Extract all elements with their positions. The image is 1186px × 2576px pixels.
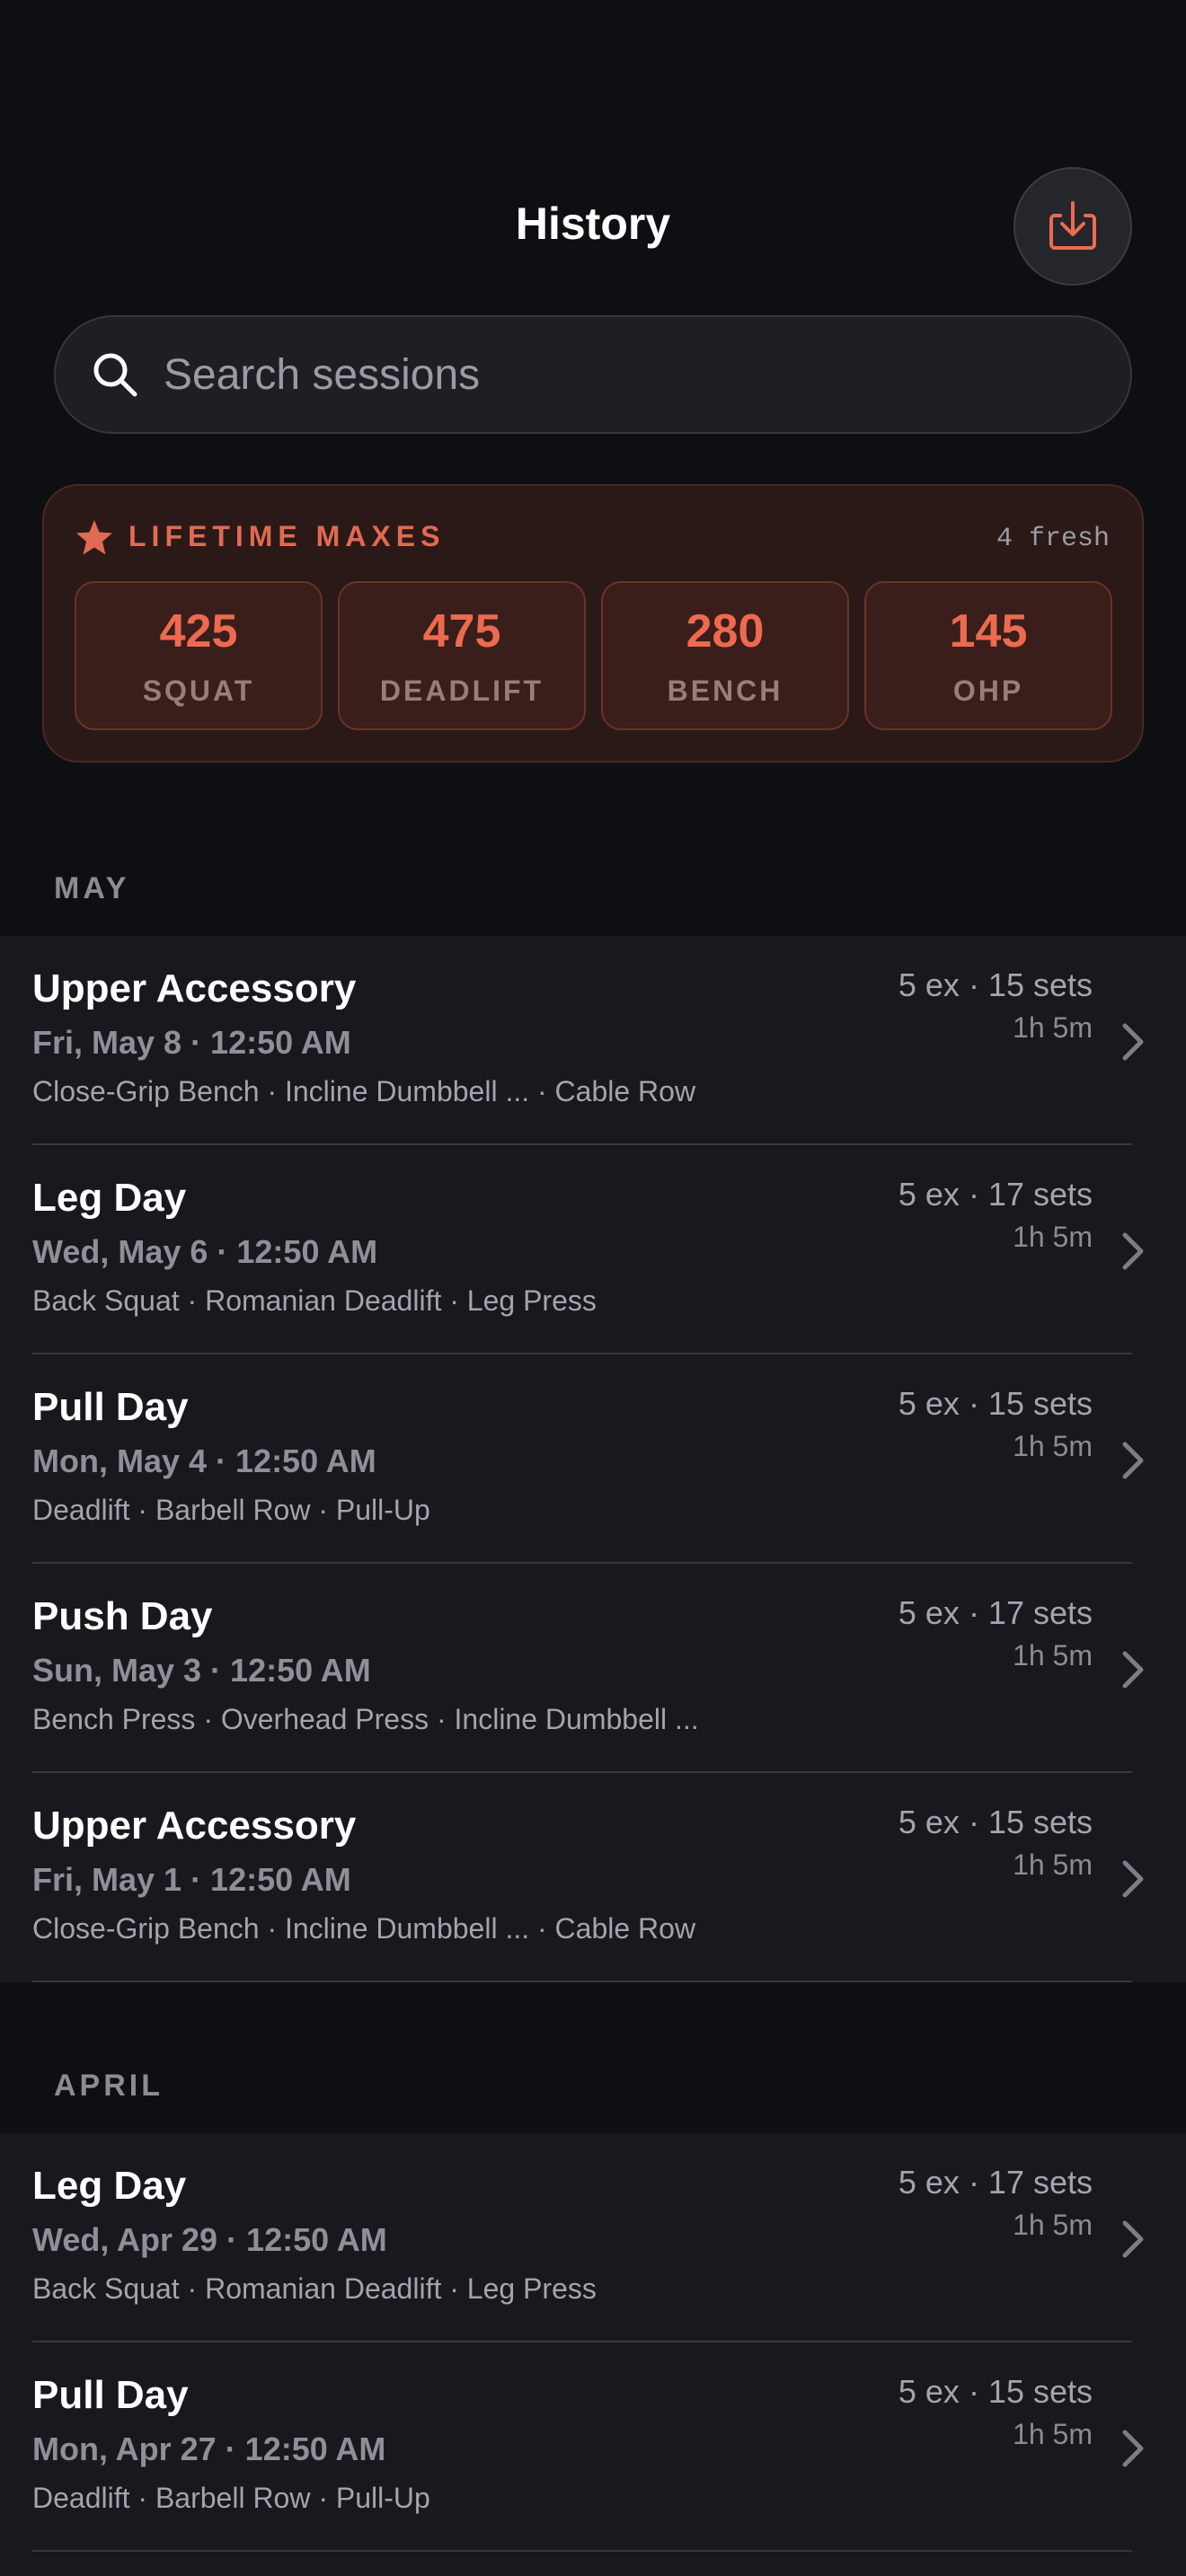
max-value: 280 <box>686 605 765 657</box>
chevron-right-icon <box>1122 1442 1144 1479</box>
chevron-right-icon <box>1122 1023 1144 1061</box>
session-date: Fri, May 8 · 12:50 AM <box>32 1024 351 1061</box>
session-row[interactable]: Pull Day Mon, May 4 · 12:50 AM Deadlift … <box>0 1354 1186 1564</box>
max-label: DEADLIFT <box>379 675 544 707</box>
session-date: Fri, May 1 · 12:50 AM <box>32 1861 351 1898</box>
chevron-right-icon <box>1122 2220 1144 2258</box>
download-tray-icon <box>1049 201 1096 250</box>
chevron-right-icon <box>1122 1651 1144 1689</box>
session-duration: 1h 5m <box>1013 1011 1093 1044</box>
session-row[interactable]: Leg Day Wed, Apr 29 · 12:50 AM Back Squa… <box>0 2133 1186 2342</box>
session-duration: 1h 5m <box>1013 1221 1093 1253</box>
session-date: Mon, Apr 27 · 12:50 AM <box>32 2430 386 2467</box>
session-title: Pull Day <box>32 1385 189 1429</box>
session-stats: 5 ex · 15 sets <box>898 1385 1093 1422</box>
session-list-april: Leg Day Wed, Apr 29 · 12:50 AM Back Squa… <box>0 2133 1186 2576</box>
max-value: 425 <box>159 605 238 657</box>
session-duration: 1h 5m <box>1013 1848 1093 1881</box>
session-title: Upper Accessory <box>32 1804 357 1848</box>
session-list-may: Upper Accessory Fri, May 8 · 12:50 AM Cl… <box>0 936 1186 1982</box>
chevron-right-icon <box>1122 1860 1144 1898</box>
session-exercises: Deadlift · Barbell Row · Pull-Up <box>32 2482 430 2514</box>
section-header-may: MAY <box>54 871 130 905</box>
session-stats: 5 ex · 17 sets <box>898 1176 1093 1213</box>
search-icon <box>93 353 137 397</box>
session-duration: 1h 5m <box>1013 1430 1093 1462</box>
session-stats: 5 ex · 17 sets <box>898 2164 1093 2201</box>
fresh-count: 4 fresh <box>996 524 1110 554</box>
chevron-right-icon <box>1122 2430 1144 2467</box>
session-date: Wed, May 6 · 12:50 AM <box>32 1233 378 1270</box>
session-exercises: Deadlift · Barbell Row · Pull-Up <box>32 1494 430 1526</box>
max-label: SQUAT <box>142 675 255 707</box>
session-exercises: Close-Grip Bench · Incline Dumbbell ... … <box>32 1075 696 1107</box>
session-stats: 5 ex · 15 sets <box>898 2373 1093 2410</box>
session-row[interactable]: Pull Day Mon, Apr 27 · 12:50 AM Deadlift… <box>0 2342 1186 2552</box>
session-stats: 5 ex · 17 sets <box>898 1594 1093 1631</box>
session-title: Pull Day <box>32 2373 189 2417</box>
session-exercises: Bench Press · Overhead Press · Incline D… <box>32 1703 699 1735</box>
session-duration: 1h 5m <box>1013 1639 1093 1672</box>
max-tile-ohp[interactable]: 145 OHP <box>864 581 1112 730</box>
divider <box>32 1981 1132 1982</box>
session-title: Leg Day <box>32 2164 187 2208</box>
max-label: OHP <box>952 675 1024 707</box>
search-bar[interactable] <box>54 315 1132 434</box>
divider <box>32 2550 1132 2552</box>
session-title: Upper Accessory <box>32 966 357 1010</box>
session-row[interactable]: Upper Accessory Fri, May 8 · 12:50 AM Cl… <box>0 936 1186 1145</box>
session-title: Leg Day <box>32 1176 187 1220</box>
section-header-april: APRIL <box>54 2069 164 2103</box>
star-icon <box>76 520 112 555</box>
lifetime-maxes-card: LIFETIME MAXES 4 fresh 425 SQUAT 475 DEA… <box>42 484 1144 763</box>
max-tile-squat[interactable]: 425 SQUAT <box>75 581 323 730</box>
page-title: History <box>515 198 671 249</box>
session-exercises: Back Squat · Romanian Deadlift · Leg Pre… <box>32 2272 597 2305</box>
session-stats: 5 ex · 15 sets <box>898 1804 1093 1840</box>
export-button[interactable] <box>1013 167 1132 286</box>
session-row[interactable]: Push Day Sun, May 3 · 12:50 AM Bench Pre… <box>0 1564 1186 1773</box>
history-screen: History LIFETIME MAXES 4 fresh 425 SQUAT… <box>0 0 1186 2576</box>
session-exercises: Back Squat · Romanian Deadlift · Leg Pre… <box>32 1284 597 1317</box>
session-date: Wed, Apr 29 · 12:50 AM <box>32 2221 387 2258</box>
max-label: BENCH <box>667 675 783 707</box>
max-tile-bench[interactable]: 280 BENCH <box>601 581 849 730</box>
lifetime-maxes-title: LIFETIME MAXES <box>128 520 446 552</box>
chevron-right-icon <box>1122 1232 1144 1270</box>
session-row[interactable]: Upper Accessory Fri, May 1 · 12:50 AM Cl… <box>0 1773 1186 1982</box>
session-title: Push Day <box>32 1594 213 1638</box>
session-date: Sun, May 3 · 12:50 AM <box>32 1652 371 1689</box>
session-exercises: Close-Grip Bench · Incline Dumbbell ... … <box>32 1912 696 1945</box>
search-input[interactable] <box>162 317 1096 432</box>
session-duration: 1h 5m <box>1013 2418 1093 2450</box>
session-date: Mon, May 4 · 12:50 AM <box>32 1442 376 1479</box>
max-value: 145 <box>949 605 1028 657</box>
session-row[interactable]: Leg Day Wed, May 6 · 12:50 AM Back Squat… <box>0 1145 1186 1354</box>
max-tile-deadlift[interactable]: 475 DEADLIFT <box>338 581 586 730</box>
session-duration: 1h 5m <box>1013 2209 1093 2241</box>
max-value: 475 <box>422 605 501 657</box>
session-stats: 5 ex · 15 sets <box>898 966 1093 1003</box>
